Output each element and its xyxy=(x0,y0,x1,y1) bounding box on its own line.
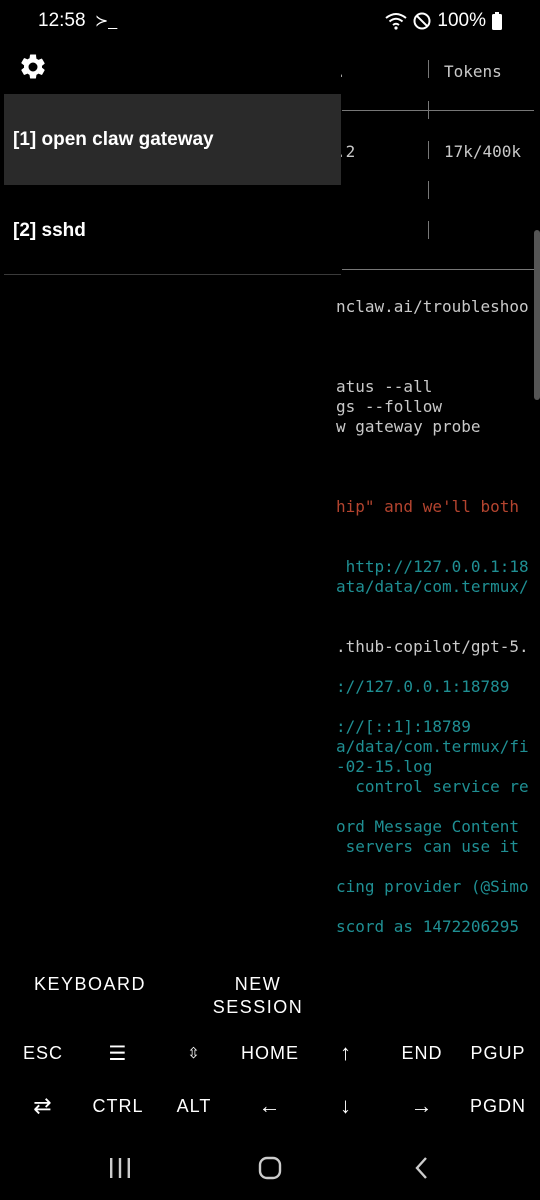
terminal-output-line: hip" and we'll both xyxy=(336,497,520,516)
key-label: ESC xyxy=(22,1042,63,1063)
terminal-output-line: gs --follow xyxy=(336,397,442,416)
session-label: [2] sshd xyxy=(13,219,86,241)
table-rule xyxy=(342,269,534,270)
new-session-button[interactable]: NEW SESSION xyxy=(188,973,328,1019)
session-drawer: [1] open claw gateway [2] sshd xyxy=(4,44,341,275)
key-label: ALT xyxy=(176,1095,212,1116)
table-header-tokens: Tokens xyxy=(444,62,502,81)
home-key[interactable]: HOME xyxy=(232,1033,308,1073)
home-icon xyxy=(258,1156,282,1180)
terminal-output-line: ://[::1]:18789 xyxy=(336,717,471,736)
terminal-output-line: cing provider (@Simo xyxy=(336,877,529,896)
tab-arrows-icon: ⇄ xyxy=(33,1093,53,1118)
terminal-output-line: a/data/com.termux/fi xyxy=(336,737,529,756)
terminal-scrollbar[interactable] xyxy=(534,230,540,400)
terminal-output-line: ord Message Content xyxy=(336,817,520,836)
key-label: PGDN xyxy=(469,1095,526,1116)
menu-icon: ☰ xyxy=(108,1042,128,1065)
terminal-output-line: ://127.0.0.1:18789 xyxy=(336,677,510,696)
new-session-label-line1: NEW xyxy=(234,974,282,994)
table-separator xyxy=(428,181,429,199)
do-not-disturb-icon xyxy=(413,12,431,30)
pgup-key[interactable]: PGUP xyxy=(460,1033,536,1073)
left-arrow-key[interactable]: ← xyxy=(232,1086,308,1126)
updown-arrows-key[interactable]: ⇳ xyxy=(156,1033,232,1073)
terminal-output-line: http://127.0.0.1:18 xyxy=(336,557,529,576)
terminal-output-line: atus --all xyxy=(336,377,433,396)
status-time: 12:58 ≻_ xyxy=(38,10,117,32)
terminal-output-line: w gateway probe xyxy=(336,417,481,436)
terminal-notification-icon: ≻_ xyxy=(94,13,118,30)
extra-keys-row-1: ESC ☰ ⇳ HOME ↑ END PGUP xyxy=(0,1033,540,1073)
back-button[interactable] xyxy=(382,1136,462,1200)
drawer-divider xyxy=(4,274,341,275)
terminal-output-line: .thub-copilot/gpt-5. xyxy=(336,637,529,656)
key-label: PGUP xyxy=(470,1042,526,1063)
arrow-down-icon: ↓ xyxy=(340,1093,352,1118)
down-arrow-key[interactable]: ↓ xyxy=(308,1086,384,1126)
system-nav-bar xyxy=(0,1136,540,1200)
tab-key[interactable]: ⇄ xyxy=(5,1086,81,1126)
arrow-right-icon: → xyxy=(410,1093,434,1118)
table-cell-tokens: 17k/400k xyxy=(444,142,522,161)
new-session-label-line2: SESSION xyxy=(212,997,304,1017)
alt-key[interactable]: ALT xyxy=(156,1086,232,1126)
home-button[interactable] xyxy=(230,1136,310,1200)
session-item-2[interactable]: [2] sshd xyxy=(4,185,341,276)
table-separator xyxy=(428,101,429,119)
arrow-up-icon: ↑ xyxy=(340,1040,352,1065)
table-separator xyxy=(428,221,429,239)
updown-arrows-icon: ⇳ xyxy=(187,1045,201,1062)
key-label: END xyxy=(401,1042,443,1063)
terminal-output-line: nclaw.ai/troubleshoo xyxy=(336,297,529,316)
status-bar: 12:58 ≻_ 100% xyxy=(0,0,540,44)
keyboard-button-label: KEYBOARD xyxy=(33,974,147,994)
menu-key[interactable]: ☰ xyxy=(80,1033,156,1073)
table-separator xyxy=(428,60,429,78)
terminal-output-line: scord as 1472206295 xyxy=(336,917,520,936)
settings-gear-icon[interactable] xyxy=(18,52,48,82)
key-label: HOME xyxy=(241,1042,299,1063)
table-separator xyxy=(428,141,429,159)
session-item-1[interactable]: [1] open claw gateway xyxy=(4,94,341,185)
up-arrow-key[interactable]: ↑ xyxy=(308,1033,384,1073)
pgdn-key[interactable]: PGDN xyxy=(460,1086,536,1126)
battery-percent: 100% xyxy=(437,10,486,31)
esc-key[interactable]: ESC xyxy=(5,1033,81,1073)
terminal-output-line: control service re xyxy=(336,777,529,796)
key-label: CTRL xyxy=(92,1095,144,1116)
battery-icon xyxy=(492,12,502,30)
terminal-output-line: ata/data/com.termux/ xyxy=(336,577,529,596)
clock-text: 12:58 xyxy=(38,10,86,31)
toggle-keyboard-button[interactable]: KEYBOARD xyxy=(20,973,160,996)
right-arrow-key[interactable]: → xyxy=(384,1086,460,1126)
session-label: [1] open claw gateway xyxy=(13,128,214,150)
terminal-output-line: servers can use it xyxy=(336,837,520,856)
wifi-icon xyxy=(385,13,408,30)
end-key[interactable]: END xyxy=(384,1033,460,1073)
terminal-output-line: -02-15.log xyxy=(336,757,433,776)
arrow-left-icon: ← xyxy=(258,1093,282,1118)
ctrl-key[interactable]: CTRL xyxy=(80,1086,156,1126)
recent-apps-button[interactable] xyxy=(80,1136,160,1200)
back-icon xyxy=(415,1157,427,1179)
status-icons: 100% xyxy=(385,10,502,32)
extra-keys-row-2: ⇄ CTRL ALT ← ↓ → PGDN xyxy=(0,1086,540,1126)
recent-apps-icon xyxy=(110,1158,130,1178)
table-rule xyxy=(342,110,534,111)
